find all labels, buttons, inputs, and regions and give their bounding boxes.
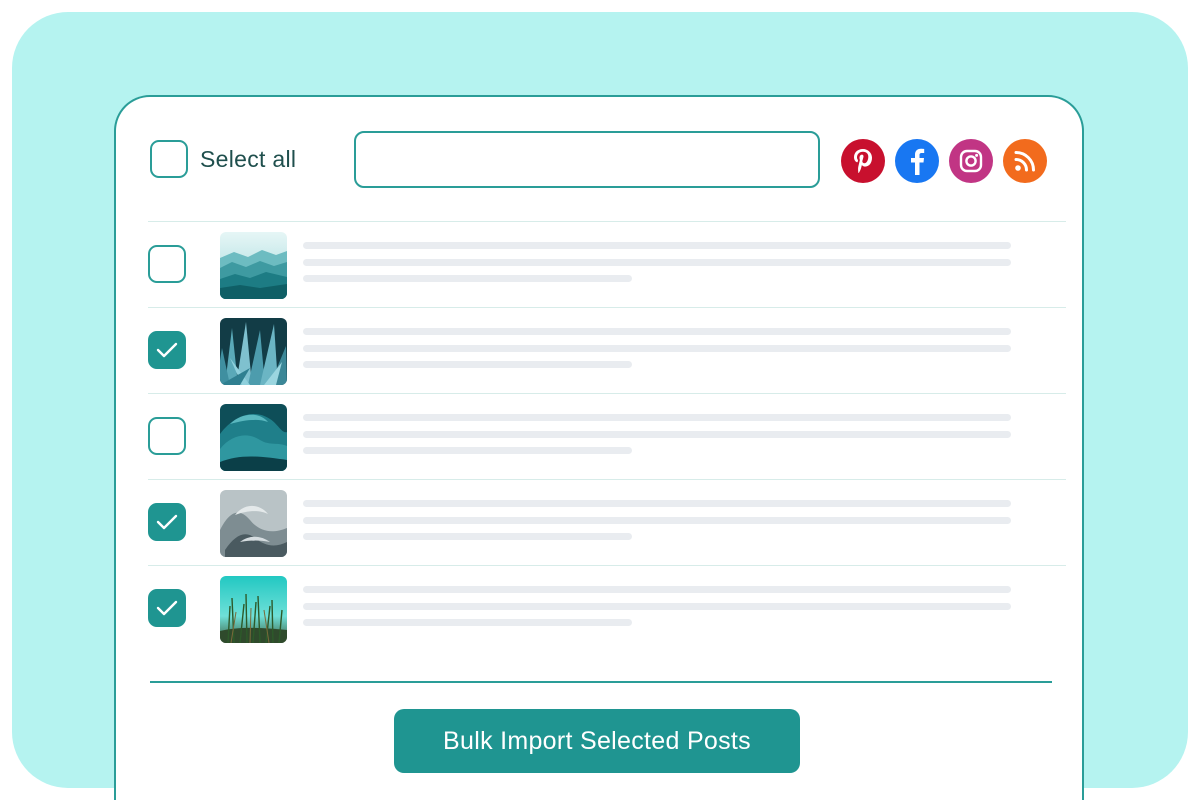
post-thumbnail xyxy=(220,576,287,643)
text-placeholder xyxy=(303,500,1011,507)
text-placeholder xyxy=(303,275,632,282)
post-thumbnail xyxy=(220,404,287,471)
bulk-import-button[interactable]: Bulk Import Selected Posts xyxy=(394,709,800,773)
post-checkbox[interactable] xyxy=(148,589,186,627)
text-placeholder xyxy=(303,361,632,368)
instagram-icon[interactable] xyxy=(949,139,993,183)
post-row[interactable] xyxy=(148,308,1066,394)
post-thumbnail xyxy=(220,318,287,385)
text-placeholder xyxy=(303,517,1011,524)
text-placeholder xyxy=(303,619,632,626)
text-placeholder xyxy=(303,414,1011,421)
select-all-label: Select all xyxy=(200,145,297,172)
footer-divider xyxy=(150,681,1052,683)
text-placeholder xyxy=(303,533,632,540)
text-placeholder xyxy=(303,603,1011,610)
text-placeholder xyxy=(303,259,1011,266)
facebook-icon[interactable] xyxy=(895,139,939,183)
text-placeholder xyxy=(303,345,1011,352)
post-row[interactable] xyxy=(148,222,1066,308)
post-thumbnail xyxy=(220,490,287,557)
post-row[interactable] xyxy=(148,394,1066,480)
text-placeholder xyxy=(303,328,1011,335)
import-posts-window: Select all Bulk Import Selected Posts xyxy=(114,95,1084,800)
post-thumbnail xyxy=(220,232,287,299)
checkmark-icon xyxy=(156,514,178,530)
checkmark-icon xyxy=(156,342,178,358)
toolbar: Select all xyxy=(116,97,1082,222)
post-checkbox[interactable] xyxy=(148,503,186,541)
post-row[interactable] xyxy=(148,566,1066,652)
checkmark-icon xyxy=(156,600,178,616)
select-all-control[interactable]: Select all xyxy=(150,140,296,178)
text-placeholder xyxy=(303,447,632,454)
select-all-checkbox[interactable] xyxy=(150,140,188,178)
post-checkbox[interactable] xyxy=(148,245,186,283)
text-placeholder xyxy=(303,242,1011,249)
post-checkbox[interactable] xyxy=(148,331,186,369)
social-source-icons xyxy=(841,139,1047,183)
search-input[interactable] xyxy=(354,131,820,188)
post-row[interactable] xyxy=(148,480,1066,566)
text-placeholder xyxy=(303,431,1011,438)
text-placeholder xyxy=(303,586,1011,593)
rss-icon[interactable] xyxy=(1003,139,1047,183)
pinterest-icon[interactable] xyxy=(841,139,885,183)
post-checkbox[interactable] xyxy=(148,417,186,455)
